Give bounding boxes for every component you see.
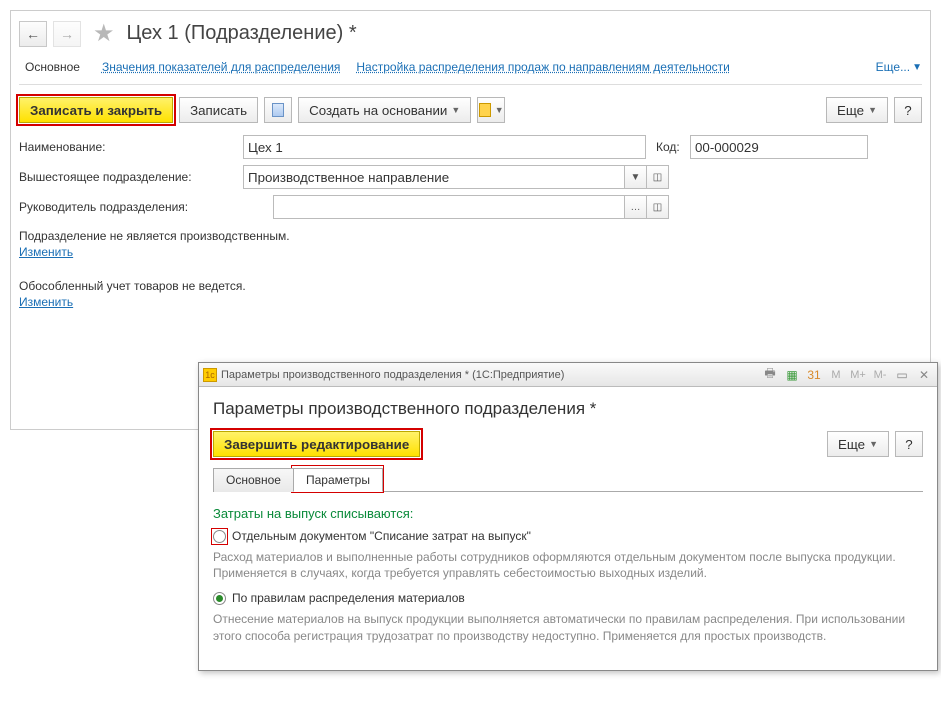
chevron-down-icon: ▼	[912, 62, 922, 73]
popup-heading: Параметры производственного подразделени…	[213, 399, 923, 419]
popup-more-label: Еще	[838, 437, 865, 452]
popup-tab-params[interactable]: Параметры	[293, 468, 383, 492]
grid-icon[interactable]: ▦	[783, 366, 801, 384]
favorite-star-icon[interactable]: ★	[93, 19, 115, 48]
radio-distribution-rules[interactable]	[213, 592, 226, 605]
parent-dropdown-button[interactable]: ▼	[625, 165, 647, 189]
code-label: Код:	[656, 140, 684, 154]
calendar-icon[interactable]: 31	[805, 366, 823, 384]
manager-input[interactable]	[273, 195, 625, 219]
section-heading: Затраты на выпуск списываются:	[213, 506, 923, 521]
tab-main[interactable]: Основное	[19, 56, 86, 78]
popup-titlebar[interactable]: 1c Параметры производственного подраздел…	[199, 363, 937, 387]
manager-ellipsis-button[interactable]: …	[625, 195, 647, 219]
close-icon[interactable]: ✕	[915, 366, 933, 384]
radio-separate-document-label: Отдельным документом "Списание затрат на…	[232, 529, 531, 543]
more-button[interactable]: Еще ▼	[826, 97, 888, 123]
more-label: Еще	[837, 103, 864, 118]
minimize-icon[interactable]: ▭	[893, 366, 911, 384]
popup-window: 1c Параметры производственного подраздел…	[198, 362, 938, 671]
app-logo-icon: 1c	[203, 368, 217, 382]
page-title: Цех 1 (Подразделение) *	[127, 22, 357, 45]
create-based-button[interactable]: Создать на основании ▼	[298, 97, 471, 123]
parent-input[interactable]	[243, 165, 625, 189]
info-not-production: Подразделение не является производственн…	[19, 229, 922, 243]
parent-open-button[interactable]: ◫	[647, 165, 669, 189]
tab-indicator-values[interactable]: Значения показателей для распределения	[102, 60, 340, 74]
change-link-2[interactable]: Изменить	[19, 295, 73, 309]
database-icon	[479, 103, 491, 117]
desc-separate-document: Расход материалов и выполненные работы с…	[213, 549, 923, 581]
chevron-down-icon: ▼	[495, 105, 504, 115]
chevron-down-icon: ▼	[868, 105, 877, 115]
attachments-button[interactable]: ▼	[477, 97, 505, 123]
m-plus-icon[interactable]: M+	[849, 366, 867, 384]
popup-window-title: Параметры производственного подразделени…	[221, 369, 564, 381]
radio-distribution-rules-label: По правилам распределения материалов	[232, 591, 465, 605]
document-icon	[272, 103, 284, 117]
save-and-close-button[interactable]: Записать и закрыть	[19, 97, 173, 123]
forward-button[interactable]: →	[53, 21, 81, 47]
finish-editing-button[interactable]: Завершить редактирование	[213, 431, 420, 457]
chevron-down-icon: ▼	[451, 105, 460, 115]
change-link-1[interactable]: Изменить	[19, 245, 73, 259]
m-minus-icon[interactable]: M-	[871, 366, 889, 384]
save-button[interactable]: Записать	[179, 97, 258, 123]
help-button[interactable]: ?	[894, 97, 922, 123]
name-label: Наименование:	[19, 140, 237, 154]
parent-label: Вышестоящее подразделение:	[19, 170, 237, 184]
report-button[interactable]	[264, 97, 292, 123]
tabs-more[interactable]: Еще...▼	[876, 60, 922, 74]
manager-label: Руководитель подразделения:	[19, 200, 267, 214]
create-based-label: Создать на основании	[309, 103, 447, 118]
code-input[interactable]	[690, 135, 868, 159]
print-icon[interactable]: 🖶	[761, 366, 779, 384]
manager-open-button[interactable]: ◫	[647, 195, 669, 219]
popup-tab-main[interactable]: Основное	[213, 468, 294, 492]
name-input[interactable]	[243, 135, 646, 159]
tabs-more-label: Еще...	[876, 60, 910, 74]
back-button[interactable]: ←	[19, 21, 47, 47]
tab-sales-distribution[interactable]: Настройка распределения продаж по направ…	[356, 60, 729, 74]
chevron-down-icon: ▼	[869, 439, 878, 449]
desc-distribution-rules: Отнесение материалов на выпуск продукции…	[213, 611, 923, 643]
m-icon[interactable]: M	[827, 366, 845, 384]
popup-help-button[interactable]: ?	[895, 431, 923, 457]
info-no-separate-accounting: Обособленный учет товаров не ведется.	[19, 279, 922, 293]
radio-separate-document[interactable]	[213, 530, 226, 543]
popup-more-button[interactable]: Еще ▼	[827, 431, 889, 457]
